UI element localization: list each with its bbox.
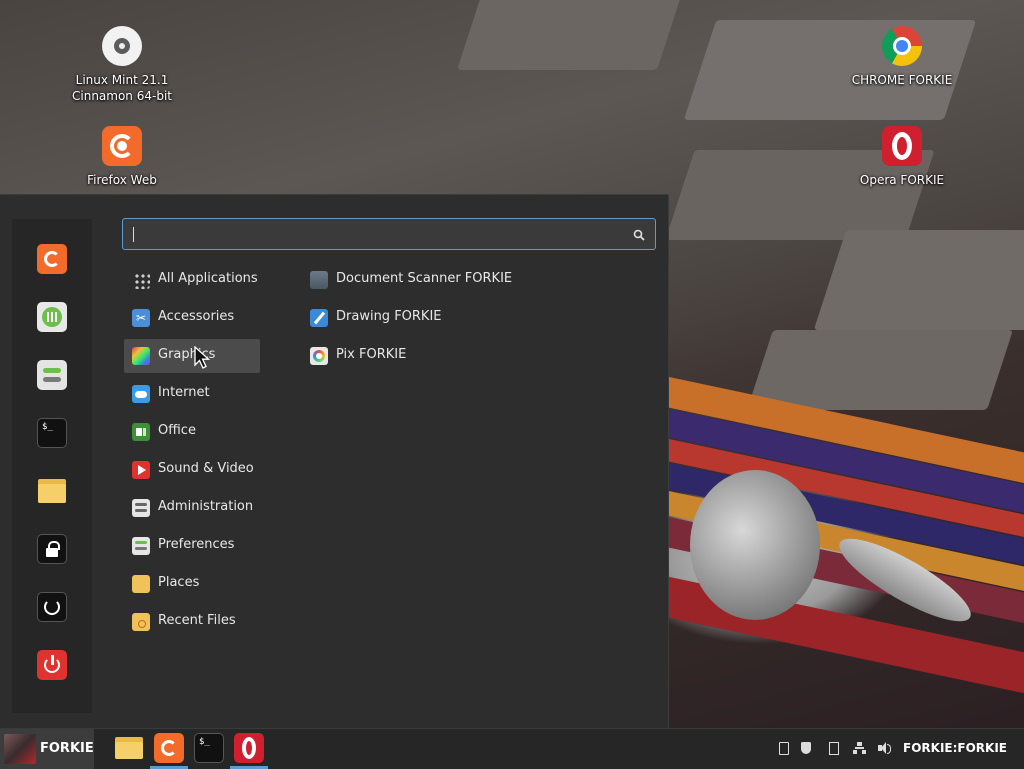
- office-icon: [132, 423, 150, 441]
- network-icon[interactable]: [852, 741, 866, 755]
- category-label: Accessories: [158, 309, 235, 324]
- menu-button[interactable]: FORKIE: [0, 729, 94, 769]
- category-recent-files[interactable]: Recent Files: [124, 605, 260, 639]
- category-accessories[interactable]: ✂ Accessories: [124, 301, 260, 335]
- category-sound-video[interactable]: Sound & Video: [124, 453, 260, 487]
- category-label: Preferences: [158, 537, 235, 552]
- cloud-icon: [132, 385, 150, 403]
- text-cursor: [133, 227, 134, 242]
- desktop-icon-label: Opera FORKIE: [859, 173, 945, 187]
- logout-icon[interactable]: [37, 592, 67, 622]
- firefox-icon[interactable]: [154, 733, 184, 763]
- category-administration[interactable]: Administration: [124, 491, 260, 525]
- play-icon: [132, 461, 150, 479]
- category-all-applications[interactable]: All Applications: [124, 263, 260, 297]
- graphics-icon: [132, 347, 150, 365]
- scanner-icon: [310, 271, 328, 289]
- app-pix[interactable]: Pix FORKIE: [302, 339, 552, 373]
- category-label: All Applications: [158, 271, 258, 286]
- category-office[interactable]: Office: [124, 415, 260, 449]
- desktop-icon-label: Linux Mint 21.1: [75, 73, 169, 87]
- lock-icon[interactable]: [37, 534, 67, 564]
- opera-icon: [882, 126, 922, 166]
- category-graphics[interactable]: Graphics: [124, 339, 260, 373]
- search-icon[interactable]: [633, 229, 645, 241]
- taskbar: FORKIE $_ FORKIE:FORKIE: [0, 728, 1024, 769]
- scissors-icon: ✂: [132, 309, 150, 327]
- category-label: Internet: [158, 385, 210, 400]
- update-icon[interactable]: [827, 741, 841, 755]
- desktop-icon-label: Cinnamon 64-bit: [72, 89, 172, 103]
- favorites-sidebar: $_: [12, 219, 92, 713]
- clipboard-icon[interactable]: [777, 741, 791, 755]
- search-box[interactable]: [122, 218, 656, 250]
- pix-icon: [310, 347, 328, 365]
- desktop-icon-linux-mint[interactable]: Linux Mint 21.1 Cinnamon 64-bit: [62, 26, 182, 104]
- app-label: Pix FORKIE: [336, 347, 407, 362]
- opera-icon[interactable]: [234, 733, 264, 763]
- terminal-icon[interactable]: $_: [194, 733, 224, 763]
- files-icon[interactable]: [114, 733, 144, 763]
- chrome-icon: [882, 26, 922, 66]
- category-label: Sound & Video: [158, 461, 254, 476]
- app-label: Document Scanner FORKIE: [336, 271, 513, 286]
- shield-icon[interactable]: [799, 741, 813, 755]
- desktop-icon-label: CHROME FORKIE: [851, 73, 953, 87]
- app-document-scanner[interactable]: Document Scanner FORKIE: [302, 263, 552, 297]
- disc-icon: [102, 26, 142, 66]
- power-icon[interactable]: [37, 650, 67, 680]
- category-label: Administration: [158, 499, 254, 514]
- firefox-icon[interactable]: [37, 244, 67, 274]
- search-input[interactable]: [131, 224, 625, 246]
- category-label: Office: [158, 423, 196, 438]
- category-preferences[interactable]: Preferences: [124, 529, 260, 563]
- application-menu: $_ All Applications ✂ Accessories Graphi…: [0, 194, 669, 729]
- category-label: Recent Files: [158, 613, 236, 628]
- category-places[interactable]: Places: [124, 567, 260, 601]
- mouse-cursor-icon: [194, 346, 211, 369]
- preferences-icon: [132, 537, 150, 555]
- firefox-icon: [102, 126, 142, 166]
- volume-icon[interactable]: [877, 741, 891, 755]
- menu-button-label: FORKIE: [40, 741, 94, 756]
- files-icon[interactable]: [37, 476, 67, 506]
- administration-icon: [132, 499, 150, 517]
- recent-folder-icon: [132, 613, 150, 631]
- grid-icon: [134, 273, 150, 289]
- menu-thumbnail: [4, 734, 36, 764]
- user-label[interactable]: FORKIE:FORKIE: [903, 741, 1007, 755]
- drawing-icon: [310, 309, 328, 327]
- desktop-icon-firefox[interactable]: Firefox Web: [62, 126, 182, 188]
- category-internet[interactable]: Internet: [124, 377, 260, 411]
- terminal-icon[interactable]: $_: [37, 418, 67, 448]
- app-drawing[interactable]: Drawing FORKIE: [302, 301, 552, 335]
- system-settings-icon[interactable]: [37, 360, 67, 390]
- category-label: Places: [158, 575, 200, 590]
- app-label: Drawing FORKIE: [336, 309, 442, 324]
- desktop-icon-opera[interactable]: Opera FORKIE: [842, 126, 962, 188]
- desktop-icon-chrome[interactable]: CHROME FORKIE: [842, 26, 962, 88]
- folder-icon: [132, 575, 150, 593]
- software-manager-icon[interactable]: [37, 302, 67, 332]
- desktop-icon-label: Firefox Web: [87, 173, 157, 187]
